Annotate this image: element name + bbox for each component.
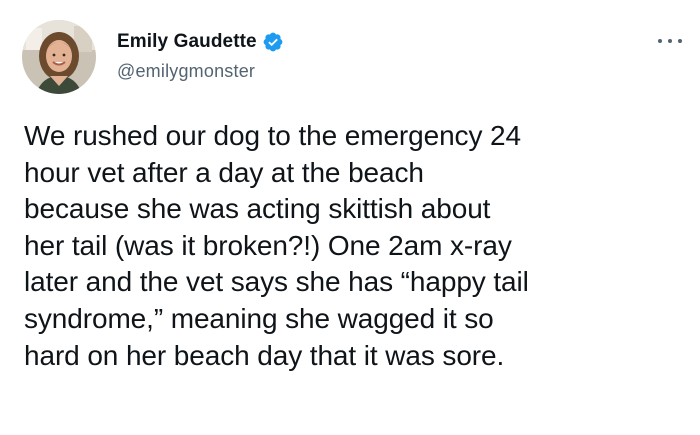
- author-handle[interactable]: @emilygmonster: [117, 61, 255, 82]
- tweet-text: We rushed our dog to the emergency 24 ho…: [24, 118, 684, 374]
- verified-badge-icon: [262, 31, 284, 53]
- dot: [658, 39, 662, 43]
- tweet-text-line: We rushed our dog to the emergency 24: [24, 120, 521, 151]
- avatar[interactable]: [22, 20, 96, 94]
- tweet-text-line: hard on her beach day that it was sore.: [24, 339, 505, 371]
- author-name-row[interactable]: Emily Gaudette: [117, 28, 284, 56]
- profile-photo-icon: [22, 20, 96, 94]
- dot: [678, 39, 682, 43]
- tweet-text-line: syndrome,” meaning she wagged it so: [24, 302, 494, 334]
- display-name[interactable]: Emily Gaudette: [117, 31, 257, 53]
- tweet-text-line: her tail (was it broken?!) One 2am x-ray: [24, 229, 512, 261]
- dot: [668, 39, 672, 43]
- tweet-card: Emily Gaudette @emilygmonster We rushed …: [0, 0, 700, 435]
- more-options-icon[interactable]: [658, 34, 682, 48]
- tweet-text-line: because she was acting skittish about: [24, 193, 491, 225]
- tweet-text-line: later and the vet says she has “happy ta…: [24, 266, 529, 298]
- tweet-text-line: hour vet after a day at the beach: [24, 156, 424, 188]
